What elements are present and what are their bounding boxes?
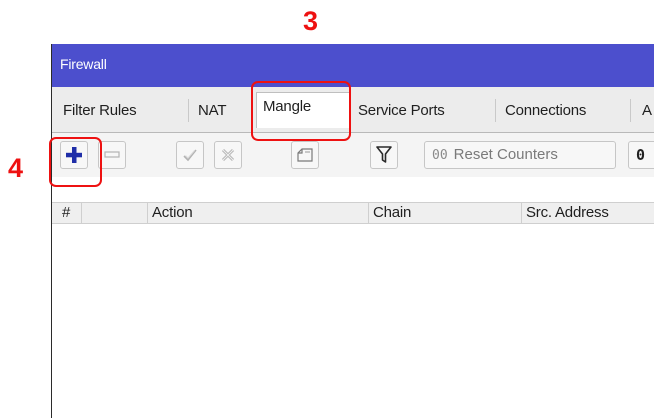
column-chain[interactable]: Chain bbox=[369, 203, 522, 223]
screenshot-stage: 3 4 Firewall Filter Rules NAT Mangle Ser… bbox=[0, 0, 654, 418]
table-header: # Action Chain Src. Address bbox=[52, 202, 654, 224]
step-4-label: 4 bbox=[8, 153, 24, 183]
reset-counters-button[interactable]: 00 Reset Counters bbox=[424, 141, 616, 169]
step-3-label: 3 bbox=[303, 6, 319, 36]
check-icon bbox=[182, 147, 198, 163]
rules-table-body bbox=[52, 224, 654, 418]
disable-button[interactable] bbox=[214, 141, 242, 169]
window-title: Firewall bbox=[52, 44, 654, 87]
tab-separator bbox=[630, 99, 631, 122]
tab-more[interactable]: A bbox=[642, 97, 652, 124]
filter-button[interactable] bbox=[370, 141, 398, 169]
enable-button[interactable] bbox=[176, 141, 204, 169]
column-number[interactable]: # bbox=[52, 203, 82, 223]
tab-separator bbox=[188, 99, 189, 122]
cross-icon bbox=[220, 147, 236, 163]
minus-icon bbox=[104, 151, 120, 159]
toolbar: 00 Reset Counters 0 bbox=[52, 133, 654, 177]
counter-icon: 00 bbox=[432, 148, 448, 163]
tab-nat[interactable]: NAT bbox=[198, 97, 226, 124]
tab-filter-rules[interactable]: Filter Rules bbox=[63, 97, 137, 124]
column-src-address[interactable]: Src. Address bbox=[522, 203, 654, 223]
tab-mangle[interactable]: Mangle bbox=[256, 92, 350, 128]
tab-separator bbox=[495, 99, 496, 122]
column-flags[interactable] bbox=[82, 203, 148, 223]
reset-counters-label: Reset Counters bbox=[453, 146, 558, 163]
add-button[interactable] bbox=[60, 141, 88, 169]
filter-icon bbox=[376, 146, 392, 164]
tab-bar: Filter Rules NAT Mangle Service Ports Co… bbox=[52, 87, 654, 133]
firewall-window: Firewall Filter Rules NAT Mangle Service… bbox=[51, 44, 654, 418]
comment-button[interactable] bbox=[291, 141, 319, 169]
column-action[interactable]: Action bbox=[148, 203, 369, 223]
remove-button[interactable] bbox=[98, 141, 126, 169]
tab-connections[interactable]: Connections bbox=[505, 97, 586, 124]
comment-icon bbox=[297, 148, 313, 162]
plus-icon bbox=[65, 146, 83, 164]
tab-service-ports[interactable]: Service Ports bbox=[358, 97, 445, 124]
reset-all-counters-button[interactable]: 0 bbox=[628, 141, 654, 169]
